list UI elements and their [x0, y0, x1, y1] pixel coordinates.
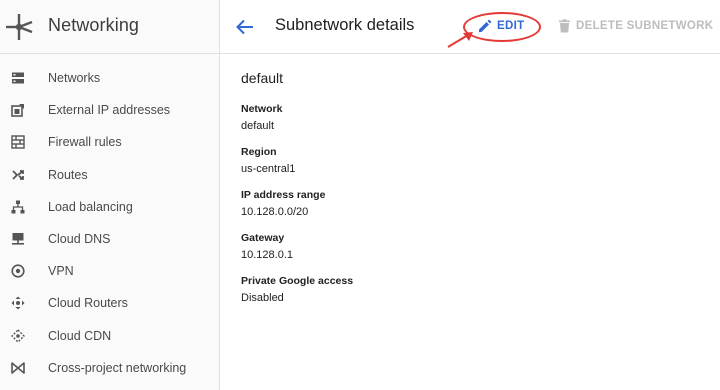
sidebar-item-load-balancing[interactable]: Load balancing	[0, 191, 220, 223]
networks-icon	[12, 72, 24, 84]
detail-network: Network default	[241, 103, 701, 132]
sidebar-item-label: Cross-project networking	[48, 360, 187, 375]
field-value: Disabled	[241, 292, 284, 304]
field-label: Network	[241, 103, 283, 115]
sidebar-item-cloud-routers[interactable]: Cloud Routers	[0, 287, 220, 319]
sidebar-item-label: Cloud Routers	[48, 296, 128, 311]
sidebar-item-label: Load balancing	[48, 199, 133, 214]
delete-subnetwork-label: DELETE SUBNETWORK	[576, 20, 714, 32]
sidebar-item-cloud-cdn[interactable]: Cloud CDN	[0, 320, 220, 352]
page-title: Subnetwork details	[275, 16, 415, 34]
field-label: Region	[241, 146, 277, 158]
field-value: default	[241, 120, 275, 132]
external-ip-icon	[11, 104, 24, 117]
sidebar-item-label: External IP addresses	[48, 103, 171, 118]
sidebar-item-cross-project-networking[interactable]: Cross-project networking	[0, 352, 220, 384]
sidebar-item-label: Cloud DNS	[48, 231, 111, 246]
firewall-icon	[11, 135, 25, 150]
sidebar-item-firewall-rules[interactable]: Firewall rules	[0, 126, 220, 158]
sidebar-item-cloud-dns[interactable]: Cloud DNS	[0, 223, 220, 255]
field-label: Private Google access	[241, 275, 354, 287]
load-balancing-icon	[11, 200, 25, 214]
cross-project-icon	[11, 361, 25, 374]
sidebar-item-vpn[interactable]: VPN	[0, 255, 220, 287]
vpn-icon	[11, 264, 25, 278]
subnetwork-name: default	[241, 70, 284, 86]
subnetwork-details: default Network default Region us-centra…	[241, 70, 701, 318]
sidebar-item-label: Networks	[48, 71, 101, 85]
detail-private-google-access: Private Google access Disabled	[241, 275, 701, 304]
back-arrow-icon[interactable]	[234, 16, 256, 38]
field-label: IP address range	[241, 189, 326, 201]
sidebar-item-external-ip-addresses[interactable]: External IP addresses	[0, 94, 220, 126]
sidebar-item-label: Routes	[48, 167, 88, 182]
edit-button-label: EDIT	[497, 20, 525, 32]
networking-logo-icon	[6, 14, 33, 40]
field-value: 10.128.0.1	[241, 249, 293, 261]
cloud-cdn-icon	[11, 328, 25, 343]
sidebar-item-label: VPN	[48, 264, 74, 279]
delete-subnetwork-button[interactable]: DELETE SUBNETWORK	[558, 16, 713, 36]
detail-region: Region us-central1	[241, 146, 701, 175]
trash-icon	[559, 19, 570, 33]
sidebar-item-networks[interactable]: Networks	[0, 62, 220, 94]
sidebar-header: Networking	[0, 0, 220, 54]
cloud-routers-icon	[11, 296, 25, 310]
sidebar: Networking Networks External IP addresse…	[0, 0, 220, 390]
sidebar-item-label: Cloud CDN	[48, 328, 112, 343]
detail-ip-address-range: IP address range 10.128.0.0/20	[241, 189, 701, 218]
field-value: 10.128.0.0/20	[241, 206, 309, 218]
sidebar-nav: Networks External IP addresses Firewall …	[0, 62, 220, 384]
field-label: Gateway	[241, 232, 285, 244]
routes-icon	[12, 169, 24, 180]
detail-gateway: Gateway 10.128.0.1	[241, 232, 701, 261]
sidebar-item-label: Firewall rules	[48, 135, 122, 150]
cloud-dns-icon	[12, 232, 24, 245]
pencil-icon	[479, 19, 492, 32]
edit-button[interactable]: EDIT	[478, 14, 524, 38]
sidebar-item-routes[interactable]: Routes	[0, 159, 220, 191]
app-title: Networking	[48, 15, 140, 35]
field-value: us-central1	[241, 163, 296, 175]
annotation-arrow-icon	[447, 32, 473, 48]
